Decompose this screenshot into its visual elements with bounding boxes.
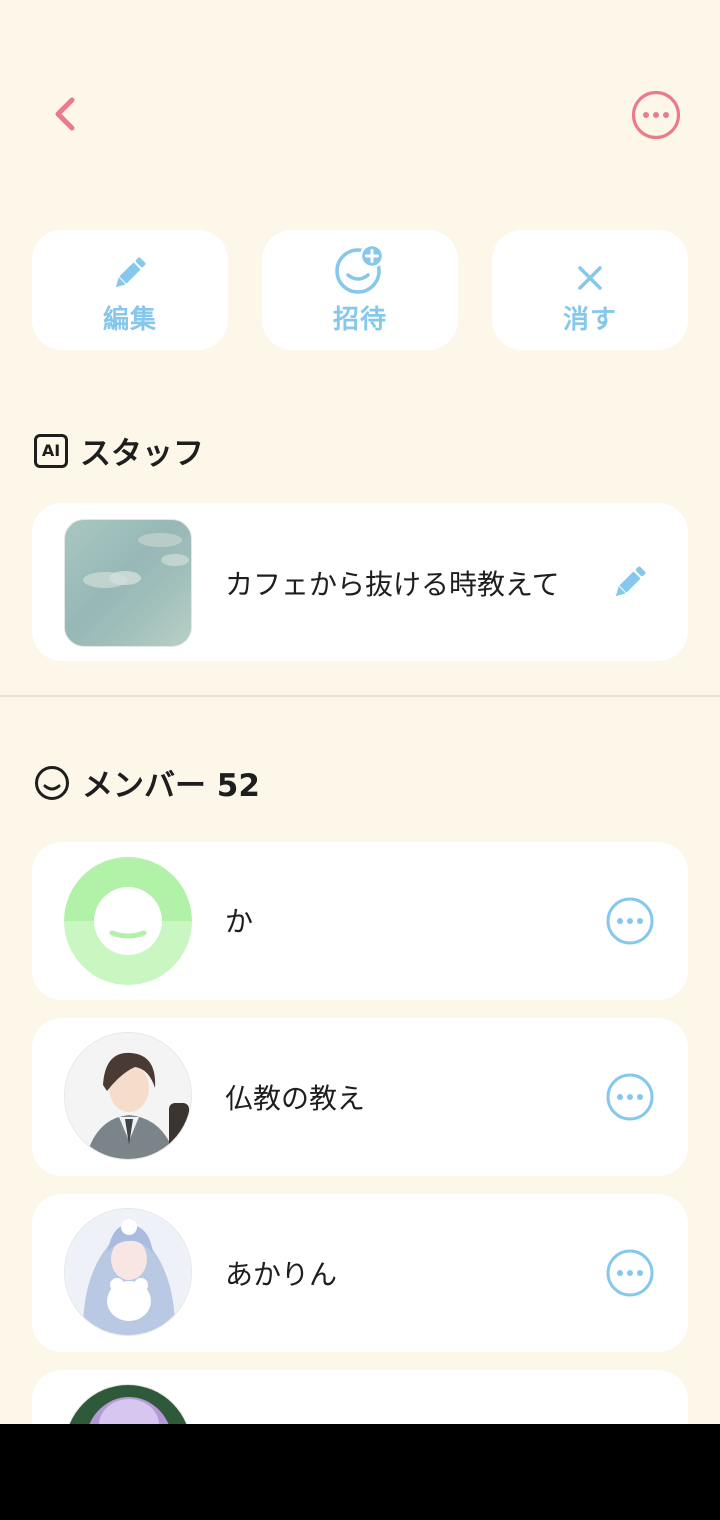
member-more-button[interactable] (605, 1248, 655, 1298)
more-horizontal-circle-icon (606, 897, 654, 945)
section-divider (0, 695, 720, 697)
back-button[interactable] (40, 88, 90, 140)
default-green-smile-avatar (64, 857, 192, 985)
member-name: 仏教の教え (225, 1082, 366, 1115)
staff-item-text: カフェから抜ける時教えて (225, 568, 560, 601)
member-more-button[interactable] (605, 896, 655, 946)
delete-button[interactable]: 消す (492, 230, 688, 350)
staff-section-title: AI スタッフ (34, 428, 204, 473)
more-options-button[interactable] (630, 89, 682, 141)
pencil-icon (615, 566, 646, 597)
anime-boy-avatar (64, 1032, 192, 1160)
more-horizontal-circle-icon (606, 1249, 654, 1297)
pencil-icon (115, 257, 146, 287)
more-horizontal-circle-icon (631, 90, 681, 140)
invite-button[interactable]: 招待 (262, 230, 458, 350)
system-navigation-bar (0, 1424, 720, 1520)
staff-edit-button[interactable] (606, 560, 654, 604)
more-horizontal-circle-icon (606, 1073, 654, 1121)
ai-badge: AI (34, 433, 68, 468)
close-icon (578, 265, 602, 290)
staff-title: スタッフ (80, 436, 204, 472)
delete-label: 消す (562, 304, 617, 335)
members-section-title: メンバー 52 (34, 760, 260, 805)
staff-thumbnail (64, 519, 192, 647)
smile-icon (35, 765, 69, 800)
member-name: あかりん (225, 1258, 338, 1291)
anime-girl-avatar (64, 1208, 192, 1336)
edit-button[interactable]: 編集 (32, 230, 228, 350)
member-more-button[interactable] (605, 1072, 655, 1122)
members-title: メンバー 52 (82, 768, 260, 804)
edit-label: 編集 (102, 304, 157, 335)
invite-label: 招待 (332, 304, 387, 335)
chevron-left-icon (55, 97, 75, 131)
add-person-smile-icon (335, 243, 385, 294)
member-name: か (225, 905, 254, 938)
